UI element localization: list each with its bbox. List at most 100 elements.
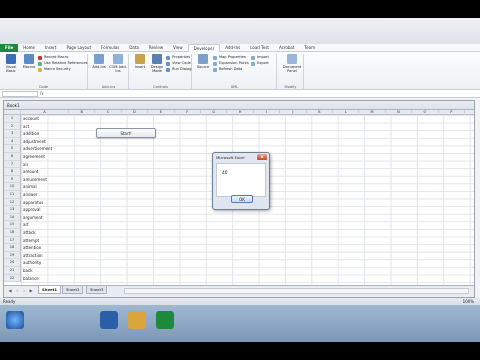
addins-button[interactable]: Add-Ins	[90, 54, 108, 69]
folder-icon[interactable]	[128, 311, 146, 329]
cell-a[interactable]: animal	[21, 183, 37, 191]
column-header-j[interactable]: J	[280, 110, 307, 115]
macro-security-button[interactable]: Macro Security	[38, 67, 71, 72]
row-header[interactable]: 9	[4, 175, 21, 184]
column-header-c[interactable]: C	[95, 110, 122, 115]
row-header[interactable]: 11	[4, 191, 21, 199]
row-header[interactable]: 3	[4, 130, 21, 138]
row-header[interactable]: 7	[4, 160, 21, 169]
prev-sheet-icon[interactable]: ‹	[14, 288, 20, 294]
sheet-tab-3[interactable]: Sheet3	[86, 286, 108, 294]
cell-a[interactable]: act	[21, 123, 29, 131]
tab-acrobat[interactable]: Acrobat	[274, 44, 299, 52]
row-header[interactable]: 22	[4, 274, 21, 283]
expansion-packs-button[interactable]: Expansion Packs	[213, 61, 249, 66]
row-header[interactable]: 21	[4, 267, 21, 275]
tab-team[interactable]: Team	[299, 44, 320, 52]
cell-a[interactable]: attraction	[21, 252, 43, 260]
column-header-q[interactable]: Q	[465, 110, 474, 115]
column-header-e[interactable]: E	[148, 110, 175, 115]
tab-page-layout[interactable]: Page Layout	[61, 44, 96, 52]
tab-file[interactable]: File	[0, 44, 19, 52]
row-header[interactable]: 16	[4, 229, 21, 237]
column-header-d[interactable]: D	[122, 110, 149, 115]
column-header-n[interactable]: N	[386, 110, 413, 115]
zoom-level[interactable]: 100%	[463, 298, 474, 305]
sheet-tab-1[interactable]: Sheet1	[38, 286, 62, 294]
row-header[interactable]: 17	[4, 236, 21, 245]
ie-icon[interactable]	[100, 311, 118, 329]
start-button[interactable]: Start!	[96, 128, 156, 138]
row-header[interactable]: 18	[4, 244, 21, 252]
cell-a[interactable]: attempt	[21, 237, 39, 245]
column-header-h[interactable]: H	[227, 110, 254, 115]
insert-control-button[interactable]: Insert	[131, 54, 149, 69]
column-header-p[interactable]: P	[439, 110, 465, 115]
next-sheet-icon[interactable]: ›	[21, 288, 27, 294]
sheet-tab-2[interactable]: Sheet2	[62, 286, 84, 294]
row-header[interactable]: 12	[4, 198, 21, 207]
visual-basic-button[interactable]: Visual Basic	[2, 54, 20, 73]
horizontal-scrollbar[interactable]	[124, 288, 469, 294]
row-header[interactable]: 14	[4, 213, 21, 222]
name-box[interactable]	[2, 91, 38, 97]
cell-a[interactable]: answer	[21, 191, 37, 199]
tab-add-ins[interactable]: Add-Ins	[220, 44, 245, 52]
column-header-b[interactable]: B	[69, 110, 96, 115]
cell-a[interactable]: amusement	[21, 176, 47, 184]
cell-a[interactable]: amount	[21, 168, 38, 176]
column-header-f[interactable]: F	[175, 110, 201, 115]
column-header-l[interactable]: L	[333, 110, 360, 115]
tab-formulas[interactable]: Formulas	[96, 44, 124, 52]
tab-review[interactable]: Review	[144, 44, 168, 52]
document-panel-button[interactable]: Document Panel	[281, 54, 303, 73]
row-header[interactable]: 2	[4, 122, 21, 131]
cell-a[interactable]: air	[21, 161, 28, 169]
first-sheet-icon[interactable]: ◀	[7, 288, 13, 294]
row-header[interactable]: 19	[4, 251, 21, 260]
row-header[interactable]: 6	[4, 153, 21, 161]
cell-a[interactable]: adjustment	[21, 138, 46, 146]
excel-icon[interactable]	[156, 311, 174, 329]
row-header[interactable]: 1	[4, 115, 21, 123]
export-button[interactable]: Export	[251, 61, 269, 66]
column-header-g[interactable]: G	[201, 110, 228, 115]
column-header-i[interactable]: I	[254, 110, 281, 115]
last-sheet-icon[interactable]: ▶	[28, 288, 34, 294]
column-header-m[interactable]: M	[359, 110, 386, 115]
tab-load-test[interactable]: Load Test	[245, 44, 274, 52]
column-header-o[interactable]: O	[412, 110, 439, 115]
cell-a[interactable]: attack	[21, 229, 36, 237]
cell-a[interactable]: advertisement	[21, 145, 52, 153]
tab-developer[interactable]: Developer	[187, 44, 221, 52]
row-header[interactable]: 20	[4, 259, 21, 267]
cell-a[interactable]: addition	[21, 130, 39, 138]
cell-a[interactable]: account	[21, 115, 39, 123]
run-dialog-button[interactable]: Run Dialog	[166, 67, 191, 72]
macros-button[interactable]: Macros	[20, 54, 38, 69]
cell-a[interactable]: attention	[21, 244, 41, 252]
row-header[interactable]: 13	[4, 206, 21, 214]
row-header[interactable]: 8	[4, 168, 21, 176]
tab-data[interactable]: Data	[124, 44, 144, 52]
tab-home[interactable]: Home	[18, 44, 40, 52]
row-header[interactable]: 15	[4, 221, 21, 229]
cell-a[interactable]: authority	[21, 259, 41, 267]
fx-icon[interactable]: fx	[40, 91, 44, 96]
row-header[interactable]: 10	[4, 183, 21, 191]
view-code-button[interactable]: View Code	[166, 61, 191, 66]
ok-button[interactable]: OK	[231, 195, 253, 203]
cell-a[interactable]: art	[21, 221, 29, 229]
cell-a[interactable]: agreement	[21, 153, 45, 161]
cell-a[interactable]: apparatus	[21, 199, 43, 207]
cell-a[interactable]: back	[21, 267, 33, 275]
close-icon[interactable]: x	[257, 154, 267, 160]
cell-a[interactable]: approval	[21, 206, 40, 214]
com-addins-button[interactable]: COM Add-Ins	[109, 54, 127, 73]
row-header[interactable]: 5	[4, 145, 21, 153]
row-header[interactable]: 4	[4, 137, 21, 146]
cell-a[interactable]: balance	[21, 275, 39, 283]
cell-a[interactable]: argument	[21, 214, 43, 222]
start-orb-icon[interactable]	[6, 311, 24, 329]
import-button[interactable]: Import	[251, 55, 269, 60]
